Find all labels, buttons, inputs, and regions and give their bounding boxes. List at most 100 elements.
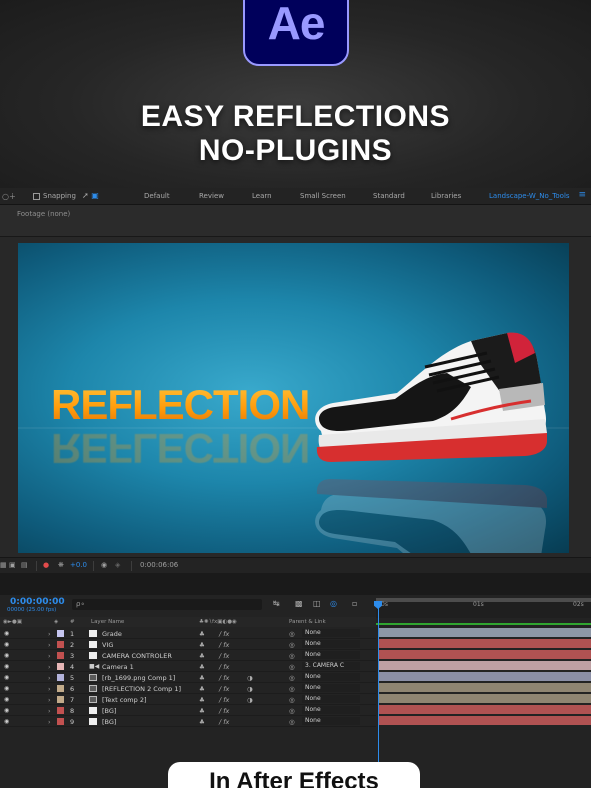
- layer-row[interactable]: ◉ › 8 [BG] ♣ ∕ fx ◎ None: [0, 705, 376, 716]
- layer-name[interactable]: [BG]: [102, 707, 116, 715]
- layer-duration-bar[interactable]: [378, 672, 591, 681]
- switches-icon[interactable]: ◑: [247, 696, 253, 704]
- label-color-swatch[interactable]: [57, 685, 64, 692]
- label-color-swatch[interactable]: [57, 674, 64, 681]
- eye-icon[interactable]: ◉: [4, 674, 9, 681]
- footage-label[interactable]: Footage (none): [17, 210, 70, 218]
- pickwhip-icon[interactable]: ◎: [289, 630, 295, 638]
- pickwhip-icon[interactable]: ◎: [289, 641, 295, 649]
- layer-duration-bar[interactable]: [378, 650, 591, 659]
- channels-icon[interactable]: ●: [43, 561, 49, 569]
- shy-icon[interactable]: ♣: [199, 685, 205, 693]
- workspace-review[interactable]: Review: [199, 192, 224, 200]
- fx-icon[interactable]: ∕ fx: [219, 696, 229, 704]
- parent-dropdown[interactable]: None: [302, 695, 360, 703]
- draft-3d-icon[interactable]: ▩: [295, 599, 303, 608]
- layer-row[interactable]: ◉ › 4 ■◀ Camera 1 ♣ ∕ fx ◎ 3. CAMERA C: [0, 661, 376, 672]
- parent-dropdown[interactable]: None: [302, 629, 360, 637]
- shy-icon[interactable]: ♣: [199, 652, 205, 660]
- snap-options-icon[interactable]: ➚ ▣: [82, 191, 99, 200]
- hamburger-icon[interactable]: ≡: [578, 190, 586, 200]
- workspace-learn[interactable]: Learn: [252, 192, 272, 200]
- exposure-icon[interactable]: ❋: [58, 561, 64, 569]
- viewer-timecode[interactable]: 0:00:06:06: [140, 561, 178, 569]
- graph-editor-icon[interactable]: ▫: [352, 599, 357, 608]
- eye-icon[interactable]: ◉: [4, 718, 9, 725]
- workspace-libraries[interactable]: Libraries: [431, 192, 461, 200]
- layer-name[interactable]: [BG]: [102, 718, 116, 726]
- layer-row[interactable]: ◉ › 5 [rb_1699.png Comp 1] ♣ ∕ fx ◑ ◎ None: [0, 672, 376, 683]
- layer-row[interactable]: ◉ › 7 [Text comp 2] ♣ ∕ fx ◑ ◎ None: [0, 694, 376, 705]
- fx-icon[interactable]: ∕ fx: [219, 641, 229, 649]
- layer-duration-bar[interactable]: [378, 639, 591, 648]
- layer-row[interactable]: ◉ › 2 VIG ♣ ∕ fx ◎ None: [0, 639, 376, 650]
- twirl-chevron-icon[interactable]: ›: [48, 630, 51, 638]
- shy-icon[interactable]: ♣: [199, 663, 205, 671]
- pickwhip-icon[interactable]: ◎: [289, 696, 295, 704]
- shy-icon[interactable]: ♣: [199, 707, 205, 715]
- twirl-chevron-icon[interactable]: ›: [48, 674, 51, 682]
- layer-name[interactable]: [Text comp 2]: [102, 696, 147, 704]
- layer-name[interactable]: Camera 1: [102, 663, 134, 671]
- toolbar-icons[interactable]: ○∔: [2, 192, 16, 201]
- pickwhip-icon[interactable]: ◎: [289, 652, 295, 660]
- fx-icon[interactable]: ∕ fx: [219, 685, 229, 693]
- shy-icon[interactable]: ♣: [199, 674, 205, 682]
- exposure-value[interactable]: +0.0: [70, 561, 87, 569]
- label-color-swatch[interactable]: [57, 718, 64, 725]
- grid-icon[interactable]: ▦: [0, 561, 7, 569]
- fx-icon[interactable]: ∕ fx: [219, 674, 229, 682]
- workspace-standard[interactable]: Standard: [373, 192, 405, 200]
- parent-dropdown[interactable]: 3. CAMERA C: [302, 662, 360, 670]
- shy-icon[interactable]: ♣: [199, 718, 205, 726]
- layer-duration-bar[interactable]: [378, 683, 591, 692]
- layer-name[interactable]: [REFLECTION 2 Comp 1]: [102, 685, 181, 693]
- parent-dropdown[interactable]: None: [302, 640, 360, 648]
- frame-blending-icon[interactable]: ◫: [313, 599, 321, 608]
- workspace-small-screen[interactable]: Small Screen: [300, 192, 346, 200]
- switches-icon[interactable]: ◑: [247, 674, 253, 682]
- layer-duration-bar[interactable]: [378, 694, 591, 703]
- fx-icon[interactable]: ∕ fx: [219, 707, 229, 715]
- pickwhip-icon[interactable]: ◎: [289, 718, 295, 726]
- label-color-swatch[interactable]: [57, 630, 64, 637]
- layer-row[interactable]: ◉ › 9 [BG] ♣ ∕ fx ◎ None: [0, 716, 376, 727]
- eye-icon[interactable]: ◉: [4, 707, 9, 714]
- layer-search-input[interactable]: ρ∘: [72, 599, 262, 610]
- layer-row[interactable]: ◉ › 3 CAMERA CONTROLER ♣ ∕ fx ◎ None: [0, 650, 376, 661]
- comp-flowchart-icon[interactable]: ↹: [273, 599, 280, 608]
- layer-row[interactable]: ◉ › 1 Grade ♣ ∕ fx ◎ None: [0, 628, 376, 639]
- shy-icon[interactable]: ♣: [199, 641, 205, 649]
- eye-icon[interactable]: ◉: [4, 652, 9, 659]
- layer-name[interactable]: CAMERA CONTROLER: [102, 652, 172, 660]
- fx-icon[interactable]: ∕ fx: [219, 630, 229, 638]
- fx-icon[interactable]: ∕ fx: [219, 718, 229, 726]
- mask-icon[interactable]: ▤: [21, 561, 28, 569]
- layer-name[interactable]: VIG: [102, 641, 113, 649]
- time-ruler[interactable]: 0s 01s 02s: [376, 598, 591, 618]
- twirl-chevron-icon[interactable]: ›: [48, 652, 51, 660]
- label-color-swatch[interactable]: [57, 663, 64, 670]
- twirl-chevron-icon[interactable]: ›: [48, 685, 51, 693]
- eye-icon[interactable]: ◉: [4, 630, 9, 637]
- label-color-swatch[interactable]: [57, 641, 64, 648]
- fx-icon[interactable]: ∕ fx: [219, 663, 229, 671]
- parent-dropdown[interactable]: None: [302, 651, 360, 659]
- composition-frame[interactable]: REFLECTION REFLECTION: [18, 243, 569, 553]
- twirl-chevron-icon[interactable]: ›: [48, 696, 51, 704]
- parent-dropdown[interactable]: None: [302, 673, 360, 681]
- snapping-toggle[interactable]: Snapping: [33, 192, 76, 200]
- eye-icon[interactable]: ◉: [4, 641, 9, 648]
- workspace-default[interactable]: Default: [144, 192, 170, 200]
- layer-name[interactable]: Grade: [102, 630, 122, 638]
- eye-icon[interactable]: ◉: [4, 663, 9, 670]
- timeline-timecode[interactable]: 0:00:00:00: [10, 597, 65, 607]
- layer-row[interactable]: ◉ › 6 [REFLECTION 2 Comp 1] ♣ ∕ fx ◑ ◎ None: [0, 683, 376, 694]
- pickwhip-icon[interactable]: ◎: [289, 663, 295, 671]
- shy-icon[interactable]: ♣: [199, 696, 205, 704]
- eye-icon[interactable]: ◉: [4, 696, 9, 703]
- pickwhip-icon[interactable]: ◎: [289, 674, 295, 682]
- layer-duration-bar[interactable]: [378, 628, 591, 637]
- pickwhip-icon[interactable]: ◎: [289, 707, 295, 715]
- parent-dropdown[interactable]: None: [302, 706, 360, 714]
